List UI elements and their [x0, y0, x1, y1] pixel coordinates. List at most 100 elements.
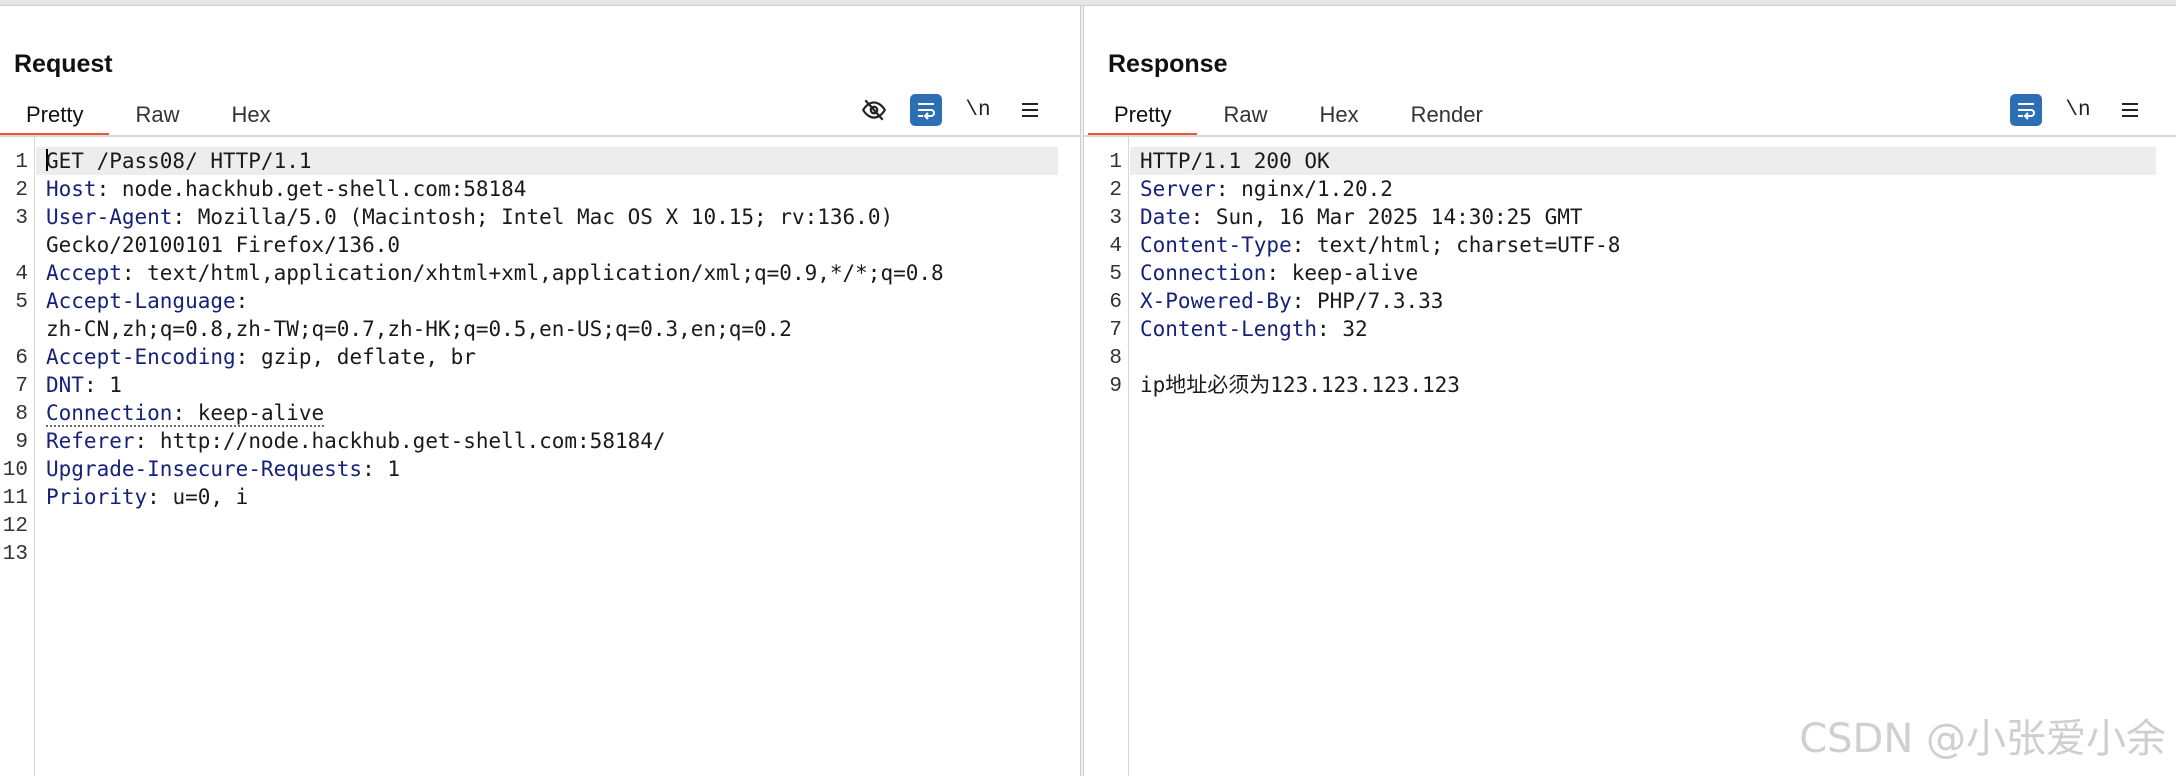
line-number: 8 [15, 403, 28, 426]
line-number: 5 [15, 291, 28, 314]
header-value: Mozilla/5.0 (Macintosh; Intel Mac OS X 1… [197, 205, 894, 229]
request-header-line: Host: node.hackhub.get-shell.com:58184 [46, 175, 526, 203]
response-tab-pretty[interactable]: Pretty [1088, 95, 1198, 137]
status-line: HTTP/1.1 200 OK [1140, 147, 1330, 175]
request-header-line: Upgrade-Insecure-Requests: 1 [46, 455, 400, 483]
request-pane: Request Pretty Raw Hex \n 1 2 3 4 5 6 7 … [0, 6, 1080, 776]
watermark-text: CSDN @小张爱小余 [1799, 716, 2166, 762]
response-newline-button[interactable]: \n [2062, 94, 2094, 126]
response-tab-render[interactable]: Render [1385, 95, 1509, 135]
response-menu-button[interactable] [2114, 94, 2146, 126]
request-menu-button[interactable] [1014, 94, 1046, 126]
header-name: Server [1140, 177, 1216, 201]
request-editor[interactable]: 1 2 3 4 5 6 7 8 9 10 11 12 13 GET /Pass0… [0, 137, 1080, 776]
header-separator: : [134, 429, 160, 453]
header-separator: : [235, 289, 249, 313]
line-gutter: 1 2 3 4 5 6 7 8 9 10 11 12 13 [0, 137, 35, 776]
newline-label: \n [965, 98, 991, 122]
request-header-line: Accept: text/html,application/xhtml+xml,… [46, 259, 944, 287]
header-value: u=0, i [172, 485, 249, 509]
line-number: 3 [15, 207, 28, 230]
header-value: gzip, deflate, br [260, 345, 476, 369]
header-name: Accept-Encoding [46, 345, 236, 369]
header-value: 1 [387, 457, 401, 481]
request-header-line: Referer: http://node.hackhub.get-shell.c… [46, 427, 666, 455]
response-body-line: ip地址必须为123.123.123.123 [1140, 371, 1460, 399]
line-number: 13 [2, 543, 28, 566]
request-wrap-button[interactable] [910, 94, 942, 126]
header-separator: : [1291, 233, 1318, 257]
wrap-text-icon [2018, 103, 2035, 120]
response-wrap-button[interactable] [2010, 94, 2042, 126]
response-tab-raw[interactable]: Raw [1197, 95, 1293, 135]
header-name: Host [46, 177, 97, 201]
header-name: Upgrade-Insecure-Requests [46, 457, 363, 481]
response-header-line: Content-Length: 32 [1140, 315, 1368, 343]
request-tab-pretty[interactable]: Pretty [0, 95, 110, 137]
header-value: nginx/1.20.2 [1241, 177, 1393, 201]
hide-headers-button[interactable] [858, 94, 890, 126]
header-separator: : [172, 401, 198, 425]
header-value: 32 [1342, 317, 1368, 341]
line-number: 7 [15, 375, 28, 398]
header-separator: : [147, 485, 173, 509]
header-separator: : [172, 205, 198, 229]
header-separator: : [83, 373, 110, 397]
line-number: 7 [1109, 319, 1122, 342]
header-name: DNT [46, 373, 84, 397]
header-value: PHP/7.3.33 [1317, 289, 1444, 313]
header-separator: : [1190, 205, 1216, 229]
request-header-line: Connection: keep-alive [46, 399, 325, 427]
header-separator: : [96, 177, 122, 201]
line-number: 10 [2, 459, 28, 482]
response-tab-hex[interactable]: Hex [1293, 95, 1384, 135]
line-number: 2 [1109, 179, 1122, 202]
request-header-line: Accept-Encoding: gzip, deflate, br [46, 343, 476, 371]
header-name: Accept [46, 261, 122, 285]
response-tabs: Pretty Raw Hex Render [1088, 95, 1509, 137]
header-separator: : [121, 261, 148, 285]
line-number: 9 [15, 431, 28, 454]
header-name: X-Powered-By [1140, 289, 1292, 313]
request-tab-raw[interactable]: Raw [109, 95, 205, 135]
header-separator: : [1317, 317, 1343, 341]
response-header-line: Content-Type: text/html; charset=UTF-8 [1140, 231, 1620, 259]
header-name: Content-Type [1140, 233, 1292, 257]
request-newline-button[interactable]: \n [962, 94, 994, 126]
request-header-line: Accept-Language: [46, 287, 248, 315]
request-tab-hex[interactable]: Hex [205, 95, 296, 135]
header-value: keep-alive [1291, 261, 1419, 285]
line-number: 4 [1109, 235, 1122, 258]
line-gutter: 1 2 3 4 5 6 7 8 9 [1084, 137, 1129, 776]
response-pane: Response Pretty Raw Hex Render \n 1 2 3 … [1084, 6, 2176, 776]
header-name: Accept-Language [46, 289, 236, 313]
line-number: 6 [15, 347, 28, 370]
header-value: node.hackhub.get-shell.com:58184 [121, 177, 527, 201]
line-number: 2 [15, 179, 28, 202]
header-value: text/html; charset=UTF-8 [1317, 233, 1621, 257]
response-editor[interactable]: 1 2 3 4 5 6 7 8 9 HTTP/1.1 200 OK Server… [1084, 137, 2176, 776]
line-number: 3 [1109, 207, 1122, 230]
header-value: http://node.hackhub.get-shell.com:58184/ [159, 429, 666, 453]
header-name: Date [1140, 205, 1191, 229]
header-value: text/html,application/xhtml+xml,applicat… [147, 261, 944, 285]
newline-label: \n [2065, 98, 2091, 122]
wrap-text-icon [918, 103, 935, 120]
eye-slash-icon [861, 99, 887, 121]
header-value: Sun, 16 Mar 2025 14:30:25 GMT [1215, 205, 1583, 229]
request-header-line: DNT: 1 [46, 371, 122, 399]
response-toolbar: \n [2010, 94, 2146, 126]
request-toolbar: \n [858, 94, 1046, 126]
header-name: Priority [46, 485, 148, 509]
line-number: 5 [1109, 263, 1122, 286]
line-number: 1 [1109, 151, 1122, 174]
header-separator: : [1215, 177, 1242, 201]
header-value: zh-CN,zh;q=0.8,zh-TW;q=0.7,zh-HK;q=0.5,e… [46, 317, 792, 341]
request-tabs: Pretty Raw Hex [0, 95, 297, 137]
line-number: 6 [1109, 291, 1122, 314]
header-name: Connection [1140, 261, 1267, 285]
header-value: keep-alive [197, 401, 325, 425]
status-value: HTTP/1.1 200 OK [1140, 149, 1330, 173]
request-header-line: Priority: u=0, i [46, 483, 248, 511]
header-separator: : [362, 457, 388, 481]
